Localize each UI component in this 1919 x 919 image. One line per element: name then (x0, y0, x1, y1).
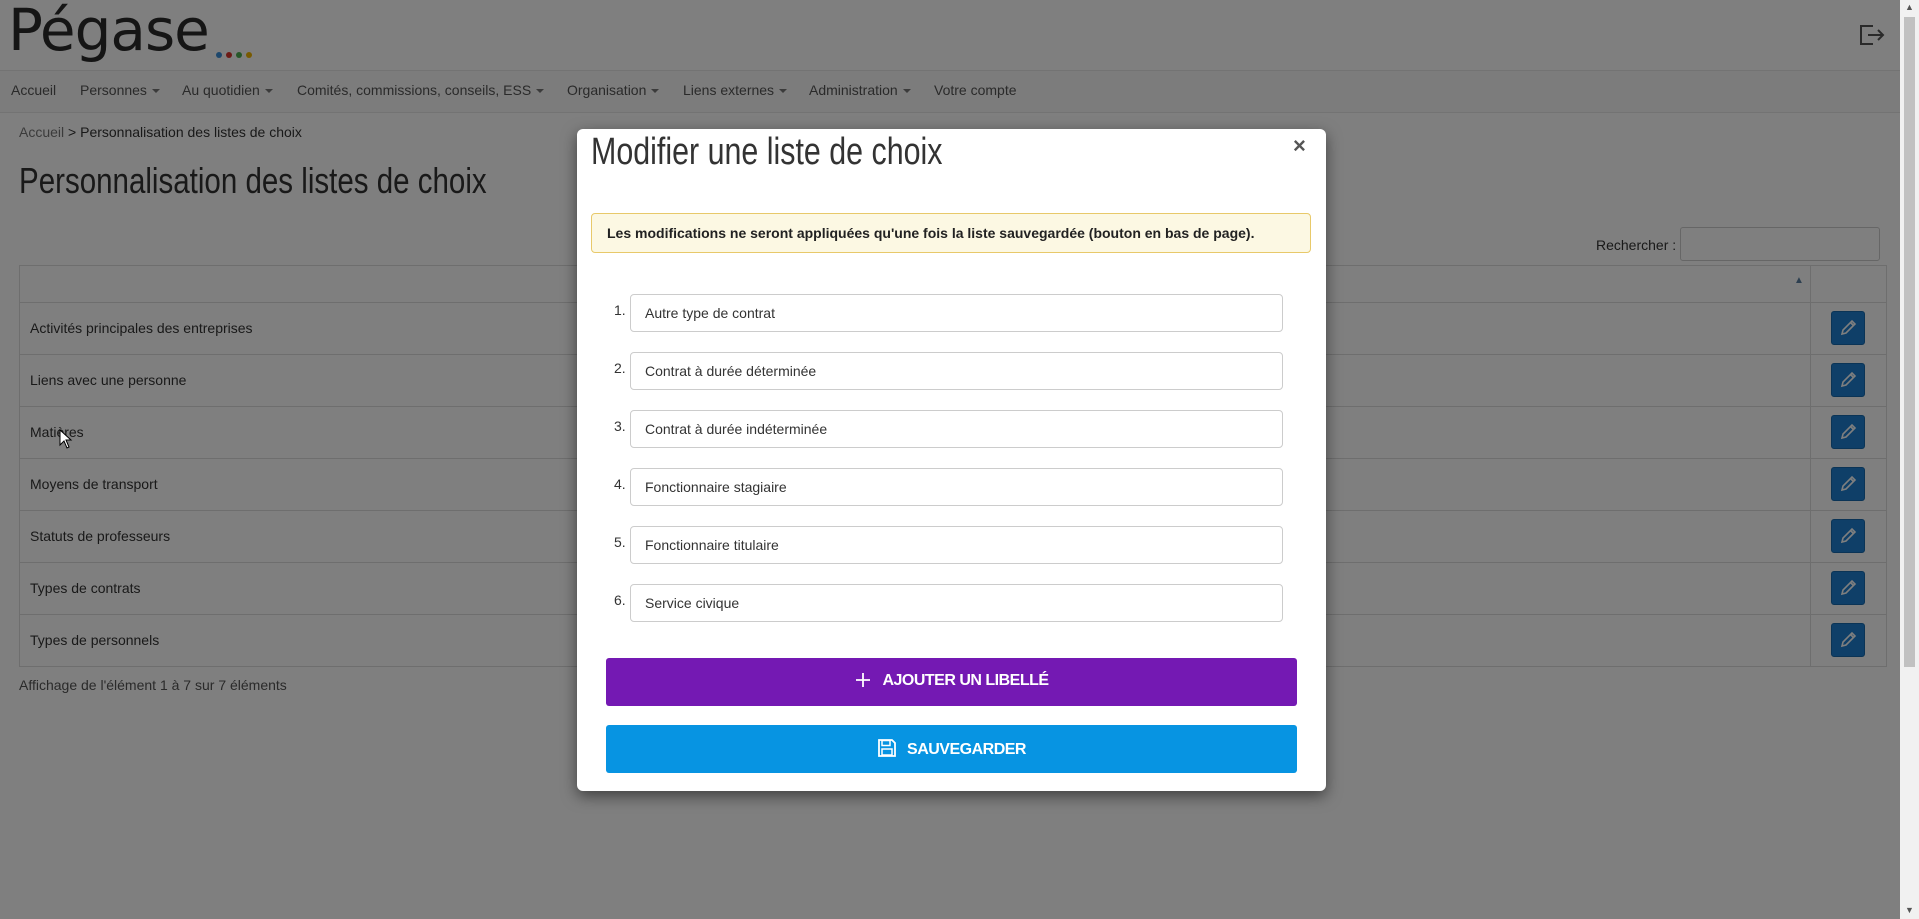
scrollbar-thumb[interactable] (1904, 17, 1915, 667)
alert-text: Les modifications ne seront appliquées q… (607, 225, 1255, 241)
list-item: 3. (607, 410, 1297, 450)
item-number: 4. (614, 476, 626, 492)
scroll-up-icon[interactable]: ▲ (1905, 2, 1914, 12)
floppy-disk-icon (878, 739, 896, 757)
item-number: 2. (614, 360, 626, 376)
item-input[interactable] (630, 526, 1283, 564)
item-input[interactable] (630, 468, 1283, 506)
plus-icon (856, 673, 871, 687)
item-input[interactable] (630, 584, 1283, 622)
scroll-down-icon[interactable]: ▼ (1905, 905, 1914, 915)
warning-alert: Les modifications ne seront appliquées q… (591, 213, 1311, 253)
item-number: 6. (614, 592, 626, 608)
list-item: 1. (607, 294, 1297, 334)
mouse-cursor-icon (59, 428, 73, 452)
page: Pégase Accueil Personnes Au quotidien Co… (0, 0, 1900, 919)
list-item: 5. (607, 526, 1297, 566)
vertical-scrollbar[interactable]: ▲ ▼ (1900, 0, 1919, 919)
item-number: 1. (614, 302, 626, 318)
item-input[interactable] (630, 410, 1283, 448)
list-item: 6. (607, 584, 1297, 624)
item-number: 5. (614, 534, 626, 550)
save-button[interactable]: SAUVEGARDER (606, 725, 1297, 773)
list-item: 2. (607, 352, 1297, 392)
add-label-button[interactable]: AJOUTER UN LIBELLÉ (606, 658, 1297, 706)
save-label-text: SAUVEGARDER (907, 741, 1026, 758)
item-input[interactable] (630, 294, 1283, 332)
add-label-text: AJOUTER UN LIBELLÉ (882, 672, 1049, 689)
list-item: 4. (607, 468, 1297, 508)
edit-list-modal: Modifier une liste de choix × Les modifi… (577, 129, 1326, 791)
modal-title: Modifier une liste de choix (591, 131, 943, 173)
close-icon[interactable]: × (1293, 133, 1306, 159)
item-number: 3. (614, 418, 626, 434)
item-input[interactable] (630, 352, 1283, 390)
